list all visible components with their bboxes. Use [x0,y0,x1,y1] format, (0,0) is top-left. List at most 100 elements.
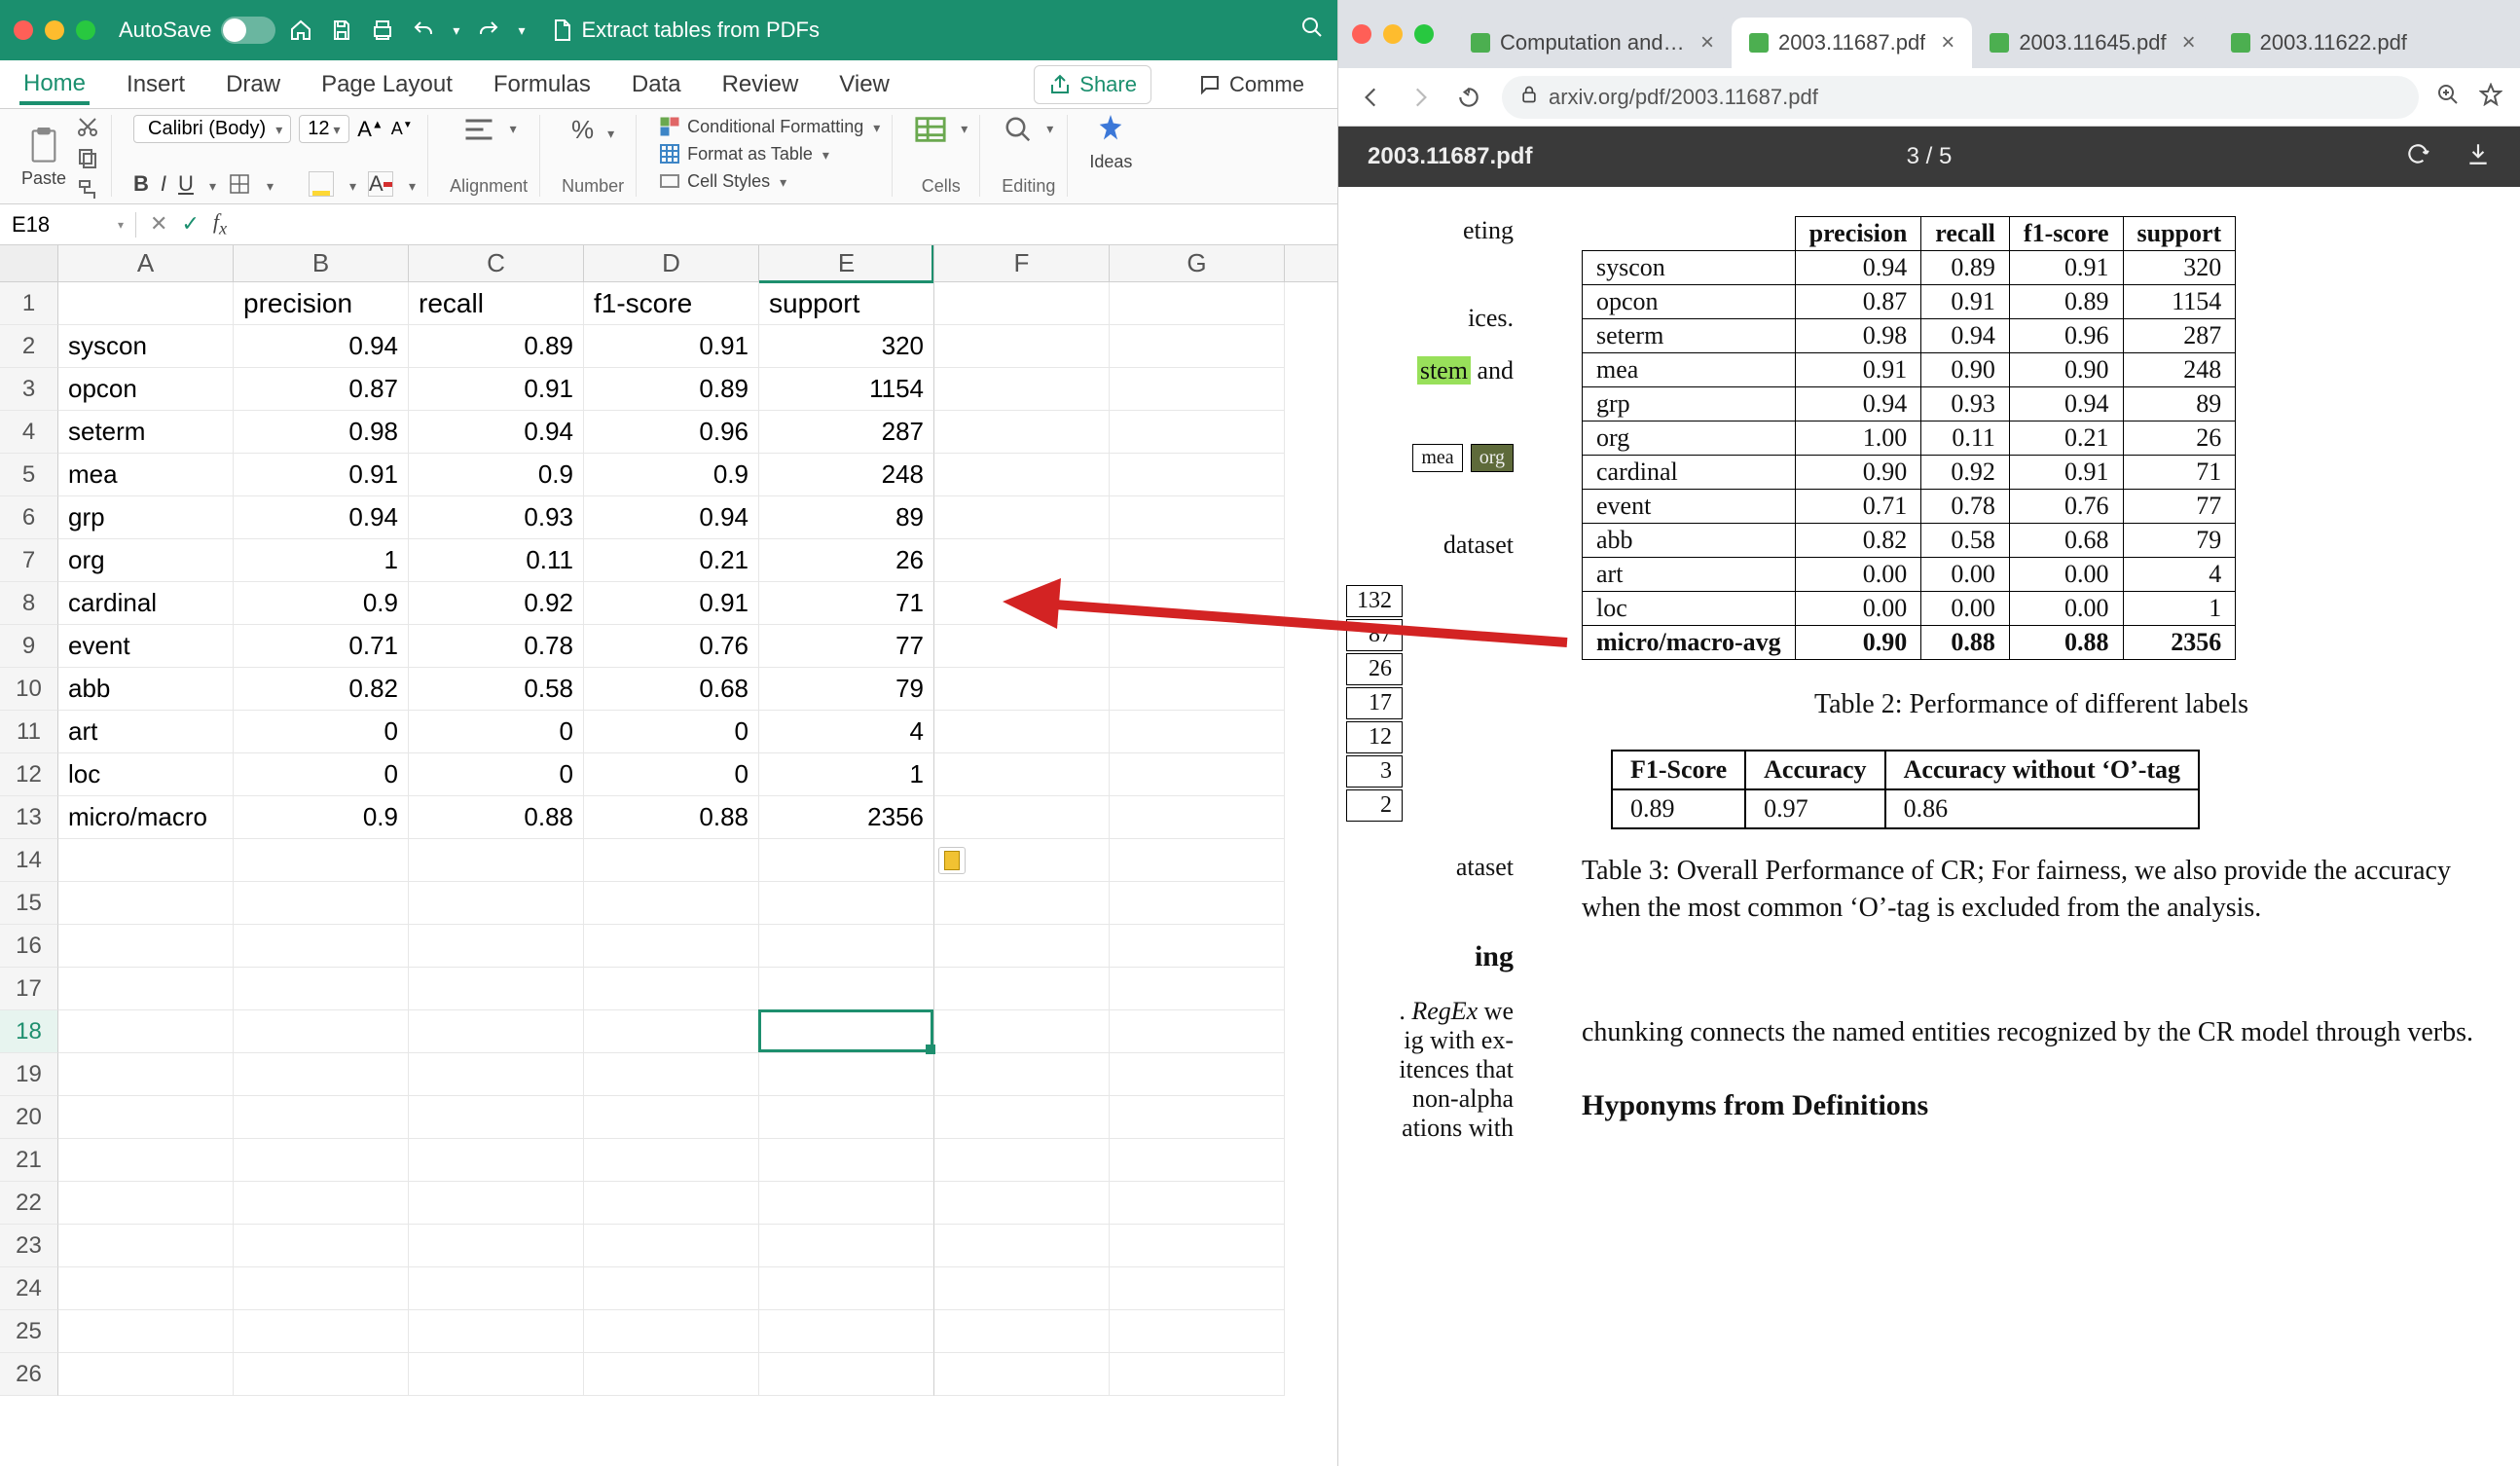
bold-button[interactable]: B [133,171,149,197]
undo-icon[interactable] [412,18,435,42]
row-header[interactable]: 21 [0,1139,58,1182]
cell[interactable]: grp [58,496,234,539]
tab-1[interactable]: 2003.11687.pdf × [1732,18,1972,68]
cell[interactable] [409,882,584,925]
cell[interactable]: 0 [584,753,759,796]
name-box[interactable]: E18▾ [0,212,136,238]
close-icon[interactable] [1352,24,1371,44]
cell[interactable]: f1-score [584,282,759,325]
autosave-toggle[interactable]: AutoSave [119,17,275,44]
cell[interactable] [934,882,1110,925]
cell[interactable] [234,1053,409,1096]
tab-2[interactable]: 2003.11645.pdf × [1972,18,2212,68]
format-as-table-button[interactable]: Format as Table [658,142,880,165]
close-icon[interactable] [14,20,33,40]
cell[interactable] [234,1182,409,1225]
cell[interactable] [1110,1182,1285,1225]
cell[interactable] [759,1182,934,1225]
cell[interactable]: recall [409,282,584,325]
cell[interactable] [409,1310,584,1353]
cell[interactable] [234,1225,409,1267]
cell[interactable]: support [759,282,934,325]
toggle-pill[interactable] [221,17,275,44]
editing-more[interactable] [1042,121,1053,138]
cell[interactable]: micro/macro [58,796,234,839]
cell[interactable] [934,582,1110,625]
minimize-icon[interactable] [45,20,64,40]
font-size-select[interactable]: 12 [299,115,349,143]
row-header[interactable]: 3 [0,368,58,411]
row-header[interactable]: 26 [0,1353,58,1396]
cell[interactable] [934,711,1110,753]
cell[interactable]: 2356 [759,796,934,839]
font-color-more[interactable] [405,171,416,197]
ideas-button[interactable]: Ideas [1089,115,1132,172]
cell[interactable]: 0.68 [584,668,759,711]
cell[interactable] [234,925,409,968]
col-header-F[interactable]: F [934,245,1110,281]
cell[interactable]: precision [234,282,409,325]
cell[interactable] [1110,411,1285,454]
cell[interactable] [1110,282,1285,325]
cell[interactable] [409,1053,584,1096]
cell[interactable] [584,1310,759,1353]
cell[interactable] [409,1353,584,1396]
cell[interactable]: 0 [409,711,584,753]
cell[interactable] [1110,496,1285,539]
col-header-C[interactable]: C [409,245,584,281]
cell[interactable]: 0.94 [234,496,409,539]
cell[interactable] [409,839,584,882]
cells-more[interactable] [957,121,968,138]
cell[interactable]: seterm [58,411,234,454]
row-header[interactable]: 16 [0,925,58,968]
cell[interactable] [234,968,409,1010]
cell[interactable]: 1 [759,753,934,796]
maximize-icon[interactable] [76,20,95,40]
row-header[interactable]: 24 [0,1267,58,1310]
cell[interactable] [1110,796,1285,839]
tab-0[interactable]: Computation and Lan × [1453,18,1732,68]
font-name-select[interactable]: Calibri (Body) [133,115,291,143]
cell[interactable] [234,1010,409,1053]
cell[interactable]: 0.92 [409,582,584,625]
cell[interactable] [934,411,1110,454]
cell[interactable] [934,1182,1110,1225]
search-icon[interactable] [1300,16,1324,39]
cell[interactable] [934,625,1110,668]
row-header[interactable]: 23 [0,1225,58,1267]
titlebar-search[interactable] [1300,16,1324,45]
cell[interactable]: mea [58,454,234,496]
cell[interactable] [409,1139,584,1182]
cell[interactable] [584,1267,759,1310]
reload-button[interactable] [1453,82,1484,113]
print-icon[interactable] [371,18,394,42]
cell[interactable] [234,882,409,925]
cell[interactable] [584,1010,759,1053]
cell[interactable] [58,1096,234,1139]
cell[interactable] [409,1010,584,1053]
row-header[interactable]: 11 [0,711,58,753]
row-header[interactable]: 20 [0,1096,58,1139]
cell[interactable]: event [58,625,234,668]
cell[interactable] [409,1182,584,1225]
cell[interactable] [934,282,1110,325]
cell[interactable]: cardinal [58,582,234,625]
cell[interactable] [584,1225,759,1267]
star-icon[interactable] [2479,83,2502,111]
cell[interactable] [934,1353,1110,1396]
cell[interactable] [1110,839,1285,882]
col-header-G[interactable]: G [1110,245,1285,281]
cell[interactable] [934,1010,1110,1053]
cell[interactable]: 0.94 [234,325,409,368]
cell[interactable] [58,1139,234,1182]
accept-formula-button[interactable]: ✓ [181,211,199,237]
cell[interactable]: 287 [759,411,934,454]
cell[interactable] [759,882,934,925]
cell[interactable] [584,968,759,1010]
italic-button[interactable]: I [161,171,166,197]
row-header[interactable]: 22 [0,1182,58,1225]
fill-color-more[interactable] [346,171,356,197]
border-more[interactable] [263,171,274,197]
copy-icon[interactable] [76,146,99,169]
menu-review[interactable]: Review [718,65,803,104]
